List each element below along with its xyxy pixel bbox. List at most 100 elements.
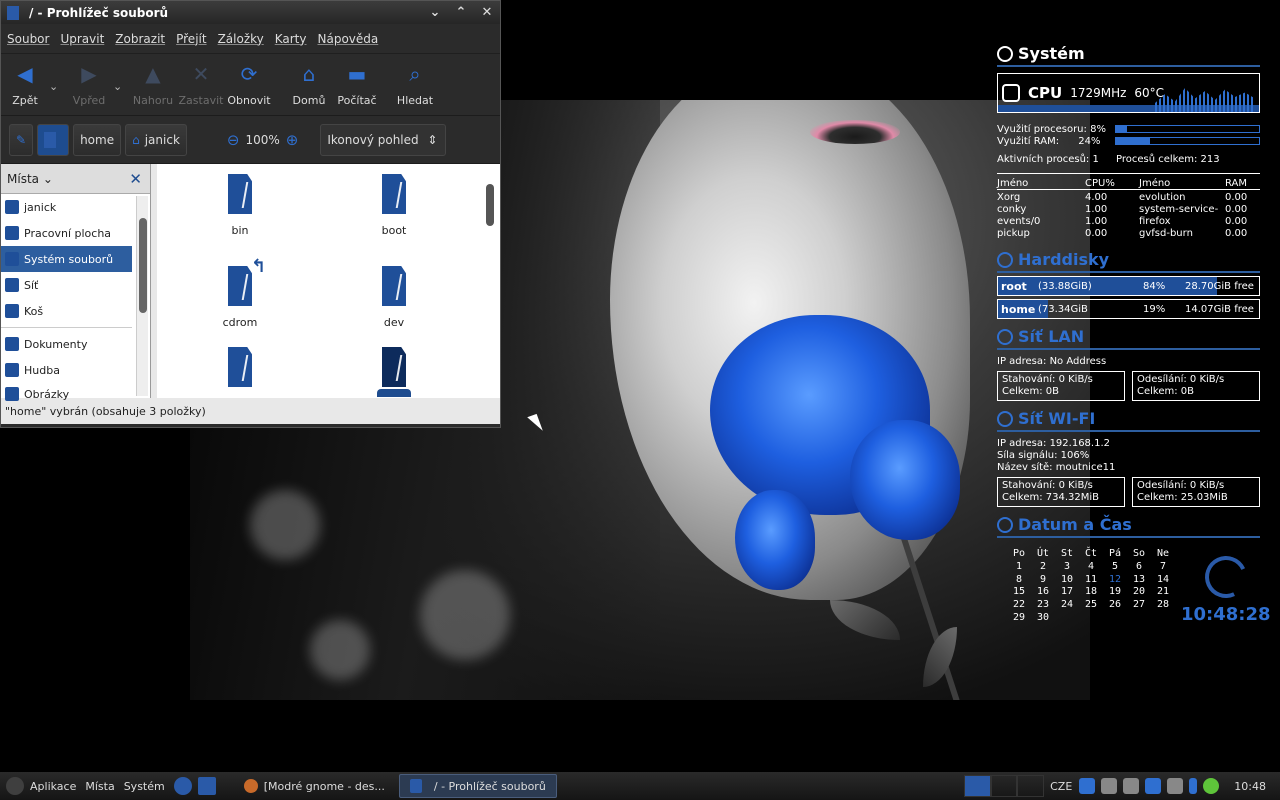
menu-napoveda[interactable]: Nápověda	[318, 32, 379, 46]
disk-free: 14.07GiB free	[1185, 303, 1254, 315]
taskbar-clock[interactable]: 10:48	[1234, 780, 1266, 793]
calendar-date: 17	[1060, 586, 1074, 598]
calendar-day-header: Čt	[1084, 548, 1098, 559]
places-menu[interactable]: Místa	[85, 780, 114, 793]
maximize-button[interactable]: ⌃	[448, 5, 474, 20]
zoom-in-icon[interactable]: ⊕	[286, 131, 299, 149]
process-cell: 0.00	[1225, 204, 1248, 215]
sidebar-scrollbar[interactable]	[136, 196, 148, 396]
browser-launcher-icon[interactable]	[173, 777, 192, 795]
wifi-icon[interactable]	[1145, 778, 1162, 794]
file-item-dev[interactable]: dev	[354, 266, 434, 329]
reload-icon: ⟳	[240, 62, 258, 86]
close-sidebar-icon[interactable]: ✕	[129, 170, 142, 188]
places-dropdown[interactable]: Místa ⌄	[7, 172, 53, 186]
mail-launcher-icon[interactable]	[197, 777, 216, 795]
status-icon[interactable]	[1203, 778, 1220, 794]
wallpaper-rose-petal	[850, 420, 960, 540]
calendar-date: 2	[1039, 560, 1047, 572]
desktop-icon	[5, 226, 19, 240]
process-cell: 0.00	[1225, 192, 1248, 203]
breadcrumb-root[interactable]	[37, 123, 70, 156]
home-button[interactable]: ⌂ Domů	[285, 62, 333, 107]
minimize-button[interactable]: ⌄	[422, 5, 448, 20]
home-label: Domů	[292, 94, 326, 107]
globe-icon	[997, 328, 1013, 345]
breadcrumb-janick[interactable]: ⌂ janick	[125, 123, 187, 156]
disk-size: (33.88GiB)	[1038, 280, 1092, 292]
zoom-level: 100%	[245, 132, 280, 147]
bluetooth-icon[interactable]	[1189, 778, 1198, 794]
wallpaper-leaf	[830, 600, 900, 640]
wifi-signal: Síla signálu: 106%	[997, 450, 1090, 461]
wifi-title: Síť WI-FI	[1018, 409, 1096, 428]
menu-soubor[interactable]: Soubor	[7, 32, 49, 46]
workspace-3[interactable]	[1017, 775, 1045, 797]
menu-upravit[interactable]: Upravit	[60, 32, 104, 46]
toggle-location-entry-button[interactable]: ✎	[9, 123, 34, 156]
menu-prejit[interactable]: Přejít	[176, 32, 206, 46]
workspace-1[interactable]	[964, 775, 991, 797]
file-label: bin	[231, 224, 249, 237]
task-firefox[interactable]: [Modré gnome - des...	[234, 774, 395, 798]
close-button[interactable]: ✕	[474, 5, 500, 20]
file-item-boot[interactable]: boot	[354, 174, 434, 237]
search-button[interactable]: ⌕ Hledat	[391, 62, 439, 107]
task-label: / - Prohlížeč souborů	[433, 779, 546, 793]
sidebar-item-filesystem[interactable]: Systém souborů	[1, 246, 132, 272]
battery-icon[interactable]	[1123, 778, 1140, 794]
window-titlebar[interactable]: / - Prohlížeč souborů ⌄ ⌃ ✕	[1, 1, 500, 24]
wifi-upload-box: Odesílání: 0 KiB/s Celkem: 25.03MiB	[1132, 477, 1260, 507]
view-mode-select[interactable]: Ikonový pohled ⇕	[320, 123, 447, 156]
cpu-graph: CPU 1729MHz 60°C	[997, 73, 1260, 113]
zoom-out-icon[interactable]: ⊖	[227, 131, 240, 149]
menu-zalozky[interactable]: Záložky	[218, 32, 264, 46]
breadcrumb-home[interactable]: home	[73, 123, 122, 156]
firefox-icon	[243, 779, 258, 793]
folder-icon	[382, 174, 406, 214]
file-item-partial[interactable]	[200, 347, 280, 387]
file-item-cdrom[interactable]: cdrom	[200, 266, 280, 329]
sidebar-bookmark-pictures[interactable]: Obrázky	[1, 383, 132, 401]
sidebar-item-network[interactable]: Síť	[1, 272, 132, 298]
update-icon[interactable]	[1101, 778, 1118, 794]
sidebar-item-trash[interactable]: Koš	[1, 298, 132, 324]
sidebar-item-label: Pracovní plocha	[24, 226, 112, 240]
applications-menu[interactable]: Aplikace	[6, 777, 76, 795]
stop-button[interactable]: ✕ Zastavit	[177, 62, 225, 107]
menu-karty[interactable]: Karty	[275, 32, 307, 46]
volume-icon[interactable]	[1079, 778, 1096, 794]
menu-zobrazit[interactable]: Zobrazit	[115, 32, 165, 46]
notes-icon[interactable]	[1167, 778, 1184, 794]
workspace-switcher[interactable]	[964, 775, 1045, 797]
process-cell: 1.00	[1085, 216, 1108, 227]
sidebar-bookmark-documents[interactable]: Dokumenty	[1, 331, 132, 357]
disk-percent: 19%	[1143, 303, 1166, 315]
scrollbar-thumb[interactable]	[486, 184, 494, 226]
sidebar-item-label: Koš	[24, 304, 44, 318]
sidebar-item-janick[interactable]: janick	[1, 194, 132, 220]
computer-button[interactable]: ▬ Počítač	[333, 62, 381, 107]
reload-button[interactable]: ⟳ Obnovit	[225, 62, 273, 107]
scrollbar-thumb[interactable]	[139, 218, 147, 313]
file-item-home-selected[interactable]	[354, 347, 434, 397]
back-button[interactable]: ◀ Zpět	[1, 62, 49, 107]
file-item-bin[interactable]: bin	[200, 174, 280, 237]
forward-button[interactable]: ▶ Vpřed	[65, 62, 113, 107]
system-menu[interactable]: Systém	[124, 780, 165, 793]
task-file-manager[interactable]: / - Prohlížeč souborů	[398, 774, 557, 798]
file-view-scrollbar[interactable]	[484, 168, 496, 394]
disks-header: Harddisky	[997, 250, 1260, 273]
forward-history-dropdown[interactable]: ⌄	[113, 80, 129, 93]
keyboard-layout[interactable]: CZE	[1050, 780, 1072, 793]
breadcrumb-janick-label: janick	[144, 132, 180, 147]
up-button[interactable]: ▲ Nahoru	[129, 62, 177, 107]
sidebar-item-desktop[interactable]: Pracovní plocha	[1, 220, 132, 246]
lan-title: Síť LAN	[1018, 327, 1085, 346]
sidebar-bookmark-music[interactable]: Hudba	[1, 357, 132, 383]
back-history-dropdown[interactable]: ⌄	[49, 80, 65, 93]
workspace-2[interactable]	[990, 775, 1018, 797]
gnome-foot-icon	[6, 777, 24, 795]
process-table: Jméno CPU% Jméno RAM Xorg 4.00 evolution 0.…	[997, 178, 1260, 240]
calendar-date: 23	[1036, 599, 1050, 611]
